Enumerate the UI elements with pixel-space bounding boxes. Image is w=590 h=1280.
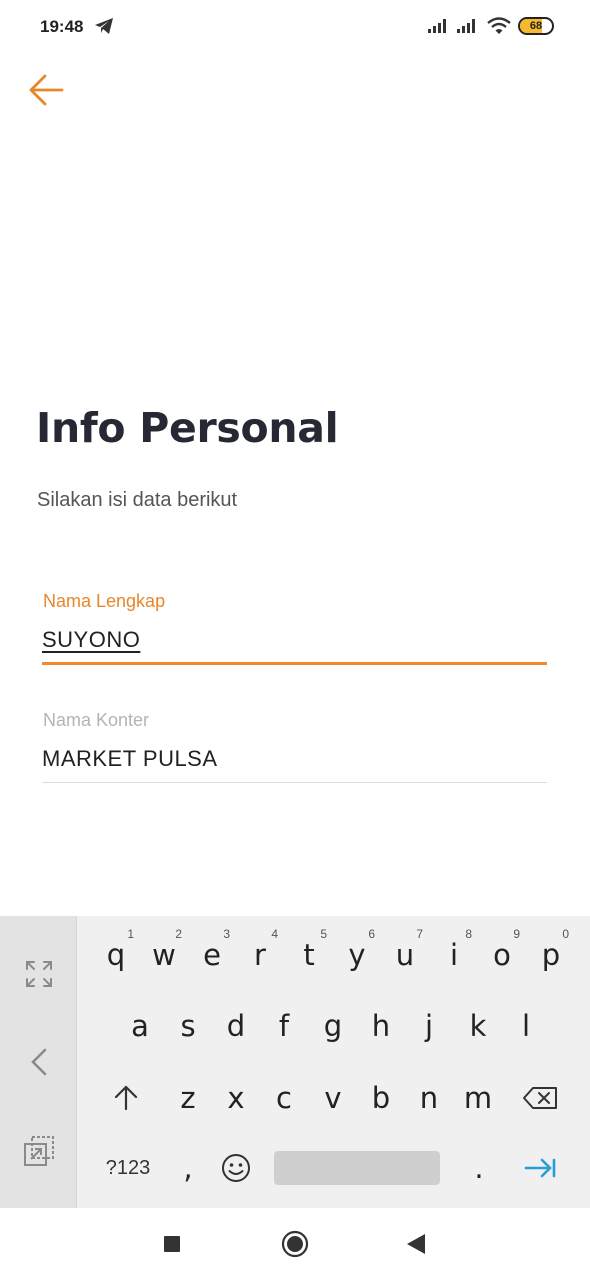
key-b[interactable]: b (357, 1068, 405, 1128)
back-nav-button[interactable] (394, 1222, 438, 1266)
key-a[interactable]: a (116, 996, 164, 1056)
wifi-icon (487, 17, 511, 34)
key-l[interactable]: l (502, 996, 550, 1056)
expand-icon (25, 961, 52, 987)
battery-icon: 68 (518, 17, 554, 35)
keyboard-side-panel (0, 916, 77, 1208)
shift-icon (114, 1085, 138, 1111)
key-k[interactable]: k (454, 996, 502, 1056)
telegram-icon (95, 18, 113, 34)
store-name-underline (42, 782, 547, 783)
key-q[interactable]: q1 (92, 925, 140, 985)
key-label: i (449, 938, 459, 972)
key-p[interactable]: p0 (527, 925, 575, 985)
system-nav-bar (0, 1208, 590, 1280)
key-e[interactable]: e3 (188, 925, 236, 985)
key-hint: 0 (562, 927, 569, 941)
key-o[interactable]: o9 (478, 925, 526, 985)
key-f[interactable]: f (260, 996, 308, 1056)
backspace-key[interactable] (512, 1068, 568, 1128)
key-j[interactable]: j (405, 996, 453, 1056)
key-label: p (541, 938, 561, 972)
key-hint: 9 (513, 927, 520, 941)
square-icon (164, 1236, 180, 1252)
backspace-icon (523, 1087, 557, 1109)
key-m[interactable]: m (454, 1068, 502, 1128)
enter-tab-icon (524, 1158, 556, 1178)
full-name-input[interactable] (42, 627, 547, 653)
key-w[interactable]: w2 (140, 925, 188, 985)
symbols-key[interactable]: ?123 (98, 1138, 158, 1198)
key-label: e (203, 938, 221, 972)
battery-level: 68 (529, 20, 543, 32)
key-label: u (395, 938, 415, 972)
key-hint: 8 (465, 927, 472, 941)
triangle-back-icon (407, 1234, 425, 1254)
arrow-left-icon (29, 74, 64, 106)
key-label: q (106, 938, 126, 972)
key-hint: 4 (271, 927, 278, 941)
key-hint: 6 (368, 927, 375, 941)
key-label: w (152, 938, 176, 972)
chevron-left-icon (30, 1048, 46, 1076)
key-h[interactable]: h (357, 996, 405, 1056)
enter-key[interactable] (512, 1138, 568, 1198)
key-label: o (493, 938, 511, 972)
back-button[interactable] (24, 70, 68, 110)
circle-icon (281, 1230, 309, 1258)
period-key[interactable]: . (455, 1138, 503, 1198)
full-name-label: Nama Lengkap (43, 591, 166, 611)
signal-icon (428, 19, 446, 33)
clipboard-icon (23, 1136, 54, 1166)
keyboard-clipboard-button[interactable] (0, 1121, 77, 1181)
key-d[interactable]: d (212, 996, 260, 1056)
key-y[interactable]: y6 (333, 925, 381, 985)
key-c[interactable]: c (260, 1068, 308, 1128)
keyboard-expand-button[interactable] (0, 944, 77, 1004)
emoji-icon (222, 1154, 250, 1182)
recents-button[interactable] (150, 1222, 194, 1266)
home-button[interactable] (273, 1222, 317, 1266)
key-n[interactable]: n (405, 1068, 453, 1128)
key-r[interactable]: r4 (236, 925, 284, 985)
key-label: y (348, 938, 366, 972)
key-t[interactable]: t5 (285, 925, 333, 985)
store-name-label: Nama Konter (43, 710, 150, 730)
key-hint: 1 (127, 927, 134, 941)
shift-key[interactable] (98, 1068, 154, 1128)
key-x[interactable]: x (212, 1068, 260, 1128)
key-v[interactable]: v (309, 1068, 357, 1128)
soft-keyboard: q1w2e3r4t5y6u7i8o9p0 asdfghjkl zxcvbnm ?… (0, 916, 590, 1208)
signal-icon (457, 19, 475, 33)
status-bar: 19:48 68 (0, 0, 590, 54)
key-label: r (254, 938, 266, 972)
emoji-key[interactable] (208, 1138, 264, 1198)
keyboard-cursor-left-button[interactable] (0, 1032, 77, 1092)
comma-key[interactable]: , (164, 1138, 212, 1198)
store-name-input[interactable] (42, 746, 547, 772)
key-label: t (303, 938, 315, 972)
key-g[interactable]: g (309, 996, 357, 1056)
full-name-underline (42, 662, 547, 665)
status-time: 19:48 (40, 17, 84, 36)
key-s[interactable]: s (164, 996, 212, 1056)
key-z[interactable]: z (164, 1068, 212, 1128)
key-u[interactable]: u7 (381, 925, 429, 985)
key-hint: 7 (416, 927, 423, 941)
full-name-field: Nama Lengkap (42, 591, 547, 667)
store-name-field: Nama Konter (42, 710, 547, 784)
space-bar[interactable] (274, 1151, 440, 1185)
key-i[interactable]: i8 (430, 925, 478, 985)
key-hint: 2 (175, 927, 182, 941)
key-hint: 5 (320, 927, 327, 941)
page-title: Info Personal (36, 404, 339, 452)
key-hint: 3 (223, 927, 230, 941)
page-subtitle: Silakan isi data berikut (37, 489, 238, 511)
